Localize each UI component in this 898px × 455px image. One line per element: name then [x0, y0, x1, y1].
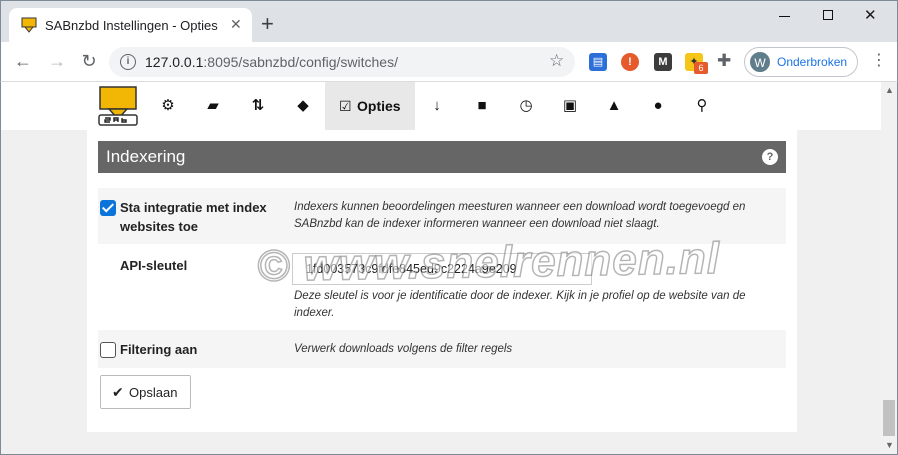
site-info-icon[interactable]: i — [120, 54, 136, 70]
nav-question-icon[interactable]: ● — [646, 94, 670, 118]
indexer-integration-description: Indexers kunnen beoordelingen meesturen … — [294, 201, 746, 230]
back-arrow-icon[interactable]: ← — [11, 49, 35, 73]
nav-comment-icon[interactable]: ■ — [470, 94, 494, 118]
sabnzbd-logo[interactable] — [97, 85, 139, 127]
profile-button[interactable]: W Onderbroken — [744, 47, 858, 77]
extensions-puzzle-icon[interactable]: ✚ — [717, 51, 731, 71]
close-window-icon[interactable]: ✕ — [864, 5, 877, 27]
app-navbar: ⚙ ▰ ⇅ ◆ ☑ Opties ↓ ■ ◷ ▣ ▲ ● ⚲ — [1, 82, 881, 130]
nav-graduation-cap-icon[interactable]: ▲ — [602, 94, 626, 118]
sabnzbd-favicon-icon — [21, 17, 37, 33]
indexer-integration-checkbox[interactable] — [100, 200, 116, 216]
extension-badge: 6 — [694, 62, 708, 74]
filtering-checkbox[interactable] — [100, 342, 116, 358]
scrollbar-thumb[interactable] — [883, 400, 895, 436]
api-key-label: API-sleutel — [120, 258, 188, 273]
profile-status: Onderbroken — [777, 55, 848, 69]
nav-search-icon[interactable]: ⚲ — [690, 94, 714, 118]
browser-toolbar: ← → ↻ i 127.0.0.1:8095/sabnzbd/config/sw… — [0, 42, 898, 82]
save-button[interactable]: ✔ Opslaan — [100, 375, 191, 409]
bookmark-star-icon[interactable]: ☆ — [549, 51, 564, 71]
tab-title: SABnzbd Instellingen - Opties — [45, 18, 218, 33]
nav-clock-icon[interactable]: ◷ — [514, 94, 538, 118]
section-header: Indexering ? — [98, 141, 786, 173]
page-viewport: ⚙ ▰ ⇅ ◆ ☑ Opties ↓ ■ ◷ ▣ ▲ ● ⚲ Indexerin… — [0, 82, 898, 455]
save-button-label: Opslaan — [129, 385, 178, 400]
section-title: Indexering — [106, 147, 186, 166]
filtering-description: Verwerk downloads volgens de filter rege… — [294, 343, 513, 355]
nav-checkbox-icon: ☑ — [339, 98, 352, 114]
nav-folder-icon[interactable]: ▰ — [201, 94, 225, 118]
maximize-icon[interactable] — [823, 10, 833, 20]
extension-translate-icon[interactable]: ▤ — [589, 53, 607, 71]
nav-tab-opties-label: Opties — [357, 98, 401, 114]
indexer-integration-label[interactable]: Sta integratie met index websites toe — [120, 198, 280, 236]
help-icon[interactable]: ? — [762, 149, 778, 165]
browser-tab[interactable]: SABnzbd Instellingen - Opties ✕ — [9, 8, 252, 43]
reload-icon[interactable]: ↻ — [77, 49, 101, 73]
nav-rss-icon[interactable]: ▣ — [558, 94, 582, 118]
page-scrollbar[interactable]: ▲ ▼ — [881, 82, 897, 454]
forward-arrow-icon[interactable]: → — [45, 49, 69, 73]
browser-tabstrip: SABnzbd Instellingen - Opties ✕ + ✕ — [0, 0, 898, 43]
nav-sort-numeric-icon[interactable]: ↓ — [425, 94, 449, 118]
avatar: W — [749, 51, 771, 73]
api-key-input[interactable]: 1fd003573c9fdfe845ed9c2224a9e209 — [292, 253, 592, 285]
nav-sort-icon[interactable]: ⇅ — [246, 94, 270, 118]
api-key-description: Deze sleutel is voor je identificatie do… — [294, 290, 746, 319]
nav-gear-icon[interactable]: ⚙ — [156, 94, 180, 118]
scroll-up-icon[interactable]: ▲ — [885, 85, 894, 95]
new-tab-button[interactable]: + — [261, 13, 274, 35]
address-bar[interactable]: i 127.0.0.1:8095/sabnzbd/config/switches… — [109, 47, 575, 77]
checkmark-icon: ✔ — [112, 384, 124, 400]
browser-menu-icon[interactable]: ⋮ — [871, 50, 887, 72]
extension-alert-icon[interactable]: ! — [621, 53, 639, 71]
filtering-label[interactable]: Filtering aan — [120, 340, 197, 359]
scroll-down-icon[interactable]: ▼ — [885, 440, 894, 450]
url-text[interactable]: 127.0.0.1:8095/sabnzbd/config/switches/ — [145, 54, 398, 70]
nav-tag-icon[interactable]: ◆ — [291, 94, 315, 118]
minimize-icon[interactable] — [779, 16, 790, 17]
tab-close-icon[interactable]: ✕ — [230, 16, 242, 32]
extension-mail-icon[interactable]: M — [654, 53, 672, 71]
settings-panel: Indexering ? Sta integratie met index we… — [87, 130, 797, 432]
